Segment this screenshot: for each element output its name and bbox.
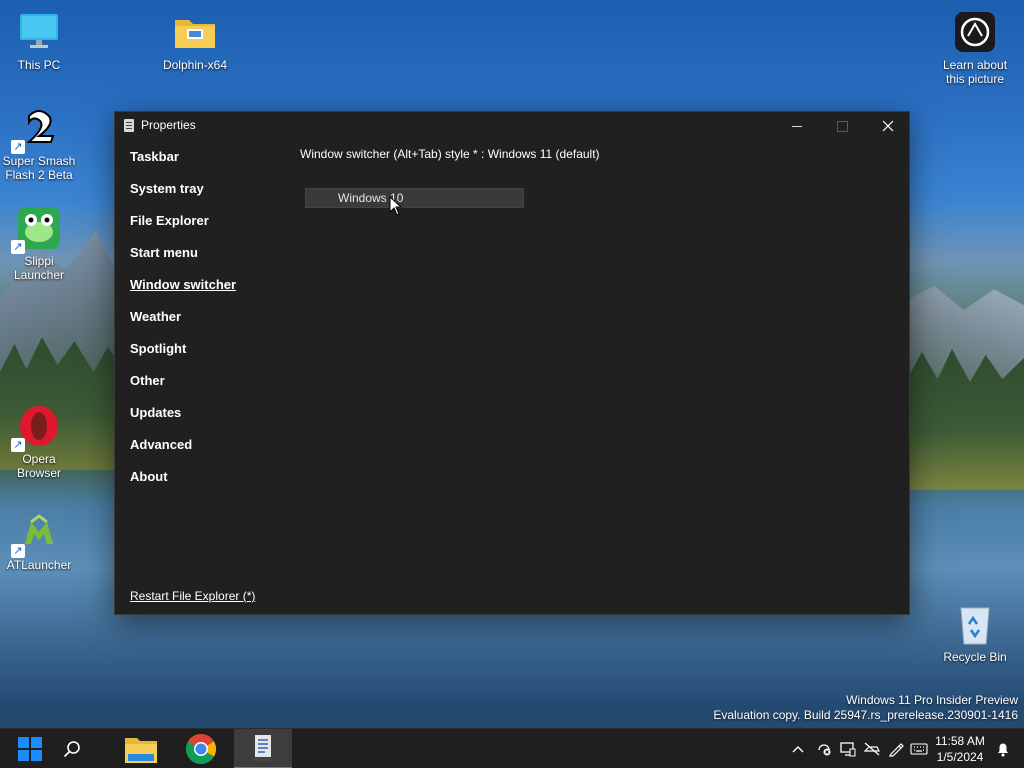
desktop-icon-label: Slippi Launcher — [13, 254, 65, 282]
desktop-icon-atlauncher[interactable]: ↗ ATLauncher — [0, 510, 78, 572]
taskbar-clock[interactable]: 11:58 AM 1/5/2024 — [930, 733, 990, 765]
window-switcher-style-dropdown[interactable]: Windows 10 — [305, 188, 524, 208]
maximize-button[interactable] — [819, 112, 865, 140]
network-off-icon — [863, 742, 880, 756]
keyboard-icon — [910, 743, 928, 755]
watermark-line-2: Evaluation copy. Build 25947.rs_prerelea… — [713, 708, 1018, 722]
taskbar: 11:58 AM 1/5/2024 — [0, 728, 1024, 768]
window-switcher-style-label[interactable]: Window switcher (Alt+Tab) style * : Wind… — [300, 147, 600, 161]
properties-app-icon — [253, 735, 273, 761]
desktop-icon-dolphin[interactable]: Dolphin-x64 — [156, 10, 234, 72]
desktop-icon-label: Learn about this picture — [942, 58, 1008, 86]
minimize-button[interactable] — [774, 112, 820, 140]
nav-item-about[interactable]: About — [130, 470, 236, 502]
clock-date: 1/5/2024 — [936, 750, 984, 764]
desktop-icon-slippi[interactable]: ↗ Slippi Launcher — [0, 206, 78, 282]
tray-pen[interactable] — [886, 729, 906, 768]
restart-file-explorer-link[interactable]: Restart File Explorer (*) — [130, 589, 255, 603]
camera-icon — [953, 10, 997, 54]
nav-item-window-switcher[interactable]: Window switcher — [130, 278, 236, 310]
close-icon — [882, 120, 894, 132]
settings-nav: Taskbar System tray File Explorer Start … — [130, 150, 236, 502]
security-icon — [818, 744, 831, 756]
search-icon — [63, 741, 80, 758]
taskbar-chrome[interactable] — [176, 729, 226, 768]
tray-keyboard[interactable] — [908, 729, 930, 768]
desktop-icon-opera[interactable]: ↗ Opera Browser — [0, 404, 78, 480]
watermark-line-1: Windows 11 Pro Insider Preview — [846, 693, 1018, 707]
desktop-icon-ssf2[interactable]: ↗ Super Smash Flash 2 Beta — [0, 106, 78, 182]
nav-item-weather[interactable]: Weather — [130, 310, 236, 342]
monitor-icon — [17, 10, 61, 54]
taskbar-file-explorer[interactable] — [116, 729, 166, 768]
shortcut-arrow-icon: ↗ — [11, 140, 25, 154]
chevron-up-icon — [792, 746, 804, 753]
nav-item-system-tray[interactable]: System tray — [130, 182, 236, 214]
atlauncher-icon: ↗ — [11, 510, 61, 558]
window-titlebar[interactable]: Properties — [115, 112, 909, 140]
desktop-icon-label: Super Smash Flash 2 Beta — [2, 154, 76, 182]
display-icon — [840, 742, 856, 757]
mouse-cursor-icon — [389, 196, 403, 216]
desktop-icon-label: Opera Browser — [16, 452, 61, 480]
desktop-icon-label: ATLauncher — [6, 558, 72, 572]
desktop-icon-learn-about-picture[interactable]: Learn about this picture — [936, 10, 1014, 86]
search-button[interactable] — [47, 729, 97, 768]
nav-item-taskbar[interactable]: Taskbar — [130, 150, 236, 182]
nav-item-updates[interactable]: Updates — [130, 406, 236, 438]
app-icon — [124, 119, 134, 132]
desktop-icon-recycle-bin[interactable]: Recycle Bin — [936, 602, 1014, 664]
desktop-icon-label: This PC — [17, 58, 61, 72]
nav-item-other[interactable]: Other — [130, 374, 236, 406]
evaluation-watermark: Windows 11 Pro Insider Preview Evaluatio… — [713, 693, 1018, 723]
chrome-icon — [185, 733, 217, 765]
shortcut-arrow-icon: ↗ — [11, 544, 25, 558]
desktop-icon-label: Recycle Bin — [943, 650, 1007, 664]
window-title: Properties — [141, 118, 196, 132]
close-button[interactable] — [865, 112, 911, 140]
shortcut-arrow-icon: ↗ — [11, 240, 25, 254]
nav-item-spotlight[interactable]: Spotlight — [130, 342, 236, 374]
tray-network[interactable] — [862, 729, 882, 768]
desktop-icon-this-pc[interactable]: This PC — [0, 10, 78, 72]
ssf2-icon: ↗ — [11, 106, 61, 154]
folder-icon — [173, 10, 217, 54]
nav-item-file-explorer[interactable]: File Explorer — [130, 214, 236, 246]
pen-icon — [889, 743, 904, 757]
nav-item-advanced[interactable]: Advanced — [130, 438, 236, 470]
bell-icon — [998, 743, 1008, 757]
notification-button[interactable] — [993, 729, 1013, 768]
clock-time: 11:58 AM — [935, 734, 985, 748]
opera-icon: ↗ — [11, 404, 61, 452]
tray-overflow-button[interactable] — [789, 729, 807, 768]
file-explorer-icon — [125, 738, 157, 763]
tray-security[interactable] — [814, 729, 834, 768]
shortcut-arrow-icon: ↗ — [11, 438, 25, 452]
tray-display[interactable] — [838, 729, 858, 768]
nav-item-start-menu[interactable]: Start menu — [130, 246, 236, 278]
recycle-bin-icon — [953, 602, 997, 646]
windows-start-icon — [18, 737, 42, 761]
taskbar-properties-app[interactable] — [234, 729, 292, 768]
desktop-icon-label: Dolphin-x64 — [162, 58, 228, 72]
properties-window[interactable]: Properties Taskbar System tray File Expl… — [114, 111, 910, 615]
frog-icon: ↗ — [11, 206, 61, 254]
